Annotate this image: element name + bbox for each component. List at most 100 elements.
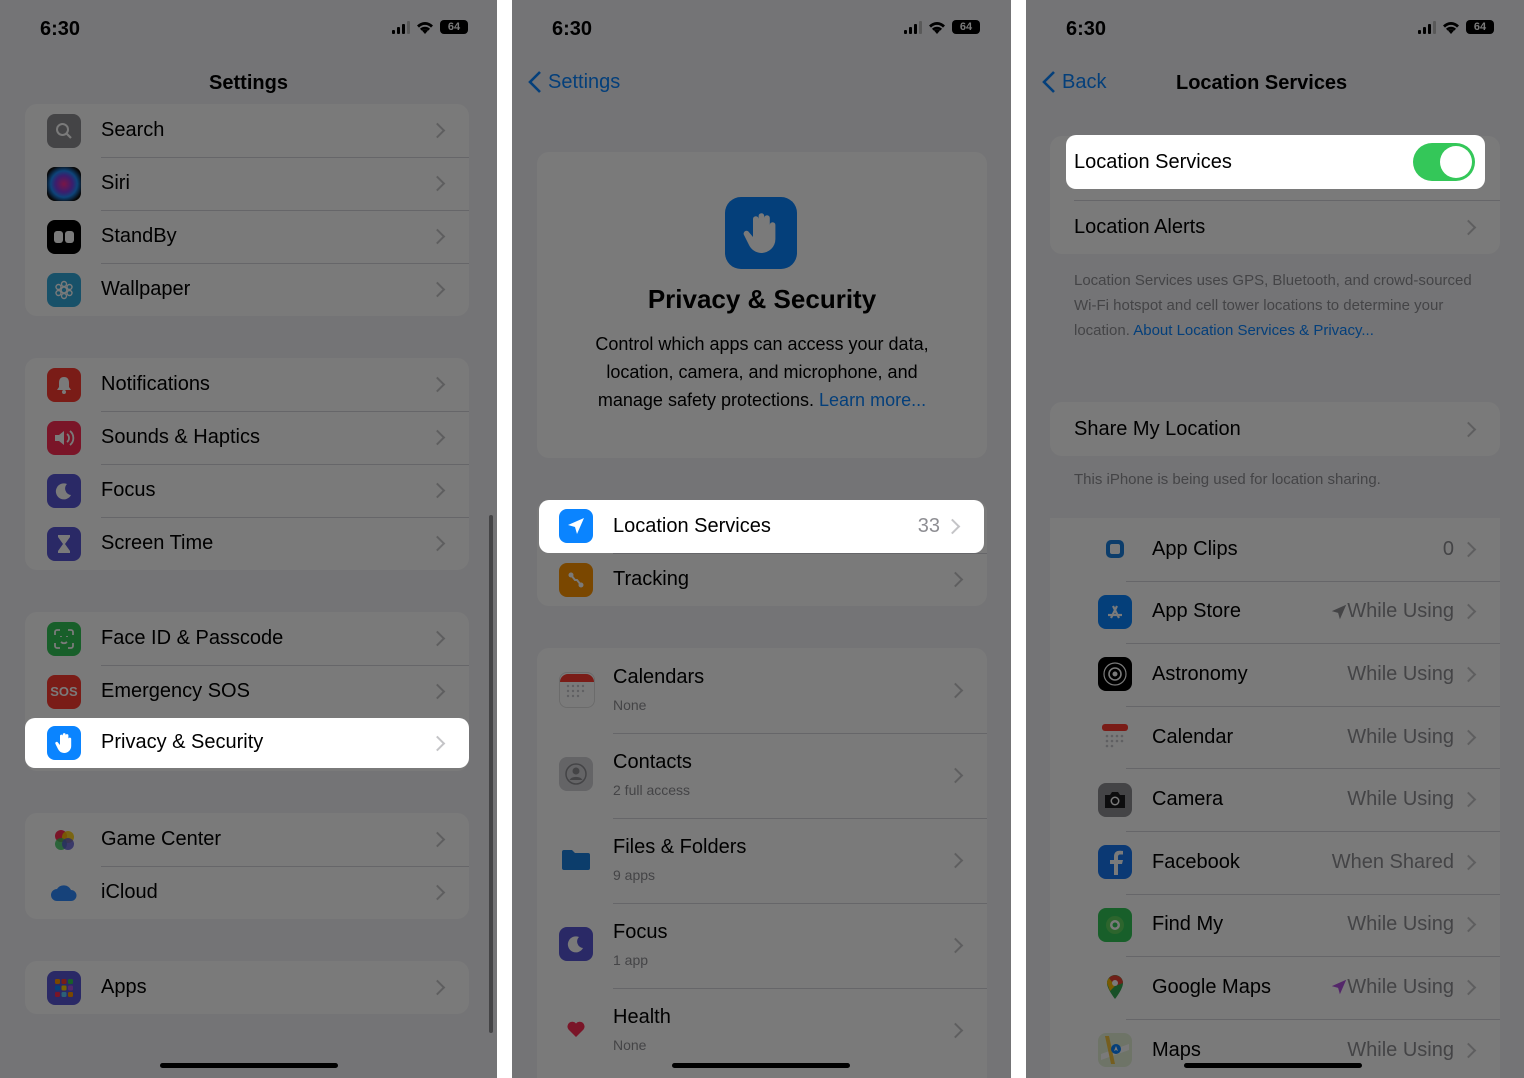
battery-icon: 64 <box>952 20 980 34</box>
location-alerts-row[interactable]: Location Alerts <box>1050 200 1500 254</box>
privacy-row-contacts[interactable]: Contacts 2 full access <box>537 733 987 818</box>
chevron-right-icon <box>429 884 446 901</box>
app-name: Find My <box>1152 913 1224 936</box>
privacy-row-calendars[interactable]: Calendars None <box>537 648 987 733</box>
share-my-location-row[interactable]: Share My Location <box>1050 402 1500 456</box>
sos-icon: SOS <box>47 674 81 709</box>
settings-row-sounds[interactable]: Sounds & Haptics <box>25 411 469 464</box>
settings-row-wallpaper[interactable]: Wallpaper <box>25 263 469 316</box>
about-location-link[interactable]: About Location Services & Privacy... <box>1133 322 1374 339</box>
bell-icon <box>47 367 81 402</box>
settings-row-label: Notifications <box>101 373 210 395</box>
learn-more-link[interactable]: Learn more... <box>819 390 926 410</box>
speaker-icon <box>47 420 81 455</box>
chevron-left-icon <box>1042 71 1055 93</box>
chevron-right-icon <box>429 535 446 552</box>
chevron-right-icon <box>429 979 446 996</box>
tracking-icon <box>559 562 593 597</box>
search-icon <box>47 113 81 148</box>
scrollbar[interactable] <box>489 515 493 1033</box>
location-services-toggle[interactable] <box>1413 143 1475 181</box>
settings-row-notifications[interactable]: Notifications <box>25 358 469 411</box>
chevron-right-icon <box>1460 666 1477 683</box>
chevron-right-icon <box>1460 1042 1477 1058</box>
moon-icon <box>559 927 593 961</box>
settings-row-label: Screen Time <box>101 532 214 554</box>
settings-row-search[interactable]: Search <box>25 104 469 157</box>
chevron-right-icon <box>947 1022 964 1039</box>
app-location-row[interactable]: Find My While Using <box>1050 893 1500 957</box>
chevron-right-icon <box>947 571 964 588</box>
settings-row-siri[interactable]: Siri <box>25 157 469 210</box>
privacy-title: Privacy & Security <box>647 284 877 314</box>
back-button[interactable]: Settings <box>528 70 620 94</box>
location-arrow-icon <box>1330 603 1348 626</box>
app-location-row[interactable]: Maps While Using <box>1050 1018 1500 1078</box>
settings-row-focus[interactable]: Focus <box>25 464 469 517</box>
privacy-row-files-folders[interactable]: Files & Folders 9 apps <box>537 818 987 903</box>
privacy-row-location-services[interactable]: Location Services 33 <box>539 500 984 553</box>
privacy-row-tracking[interactable]: Tracking <box>537 553 987 606</box>
privacy-row-subtitle: None <box>613 1037 647 1053</box>
home-indicator[interactable] <box>672 1063 850 1068</box>
app-location-row[interactable]: Google Maps While Using <box>1050 956 1500 1019</box>
chevron-right-icon <box>429 831 446 848</box>
privacy-security-screen: 6:30 64 Settings Privacy & Security Cont… <box>512 0 1011 1078</box>
settings-row-privacy-security[interactable]: Privacy & Security <box>25 718 469 768</box>
settings-row-label: Game Center <box>101 828 222 850</box>
privacy-row-subtitle: 2 full access <box>613 782 691 798</box>
home-indicator[interactable] <box>1184 1063 1362 1068</box>
app-location-row[interactable]: Facebook When Shared <box>1050 831 1500 894</box>
privacy-row-health[interactable]: Health None <box>537 988 987 1073</box>
chevron-right-icon <box>1460 541 1477 558</box>
page-title: Settings <box>209 72 288 94</box>
face-id-icon <box>47 621 81 656</box>
app-location-row[interactable]: Calendar While Using <box>1050 705 1500 769</box>
chevron-right-icon <box>429 429 446 446</box>
settings-row-screen-time[interactable]: Screen Time <box>25 517 469 570</box>
app-name: App Store <box>1152 600 1241 623</box>
chevron-right-icon <box>1460 854 1477 871</box>
privacy-group-data: Calendars None Contacts 2 full access Fi… <box>537 648 987 1078</box>
settings-row-emergency-sos[interactable]: SOS Emergency SOS <box>25 665 469 718</box>
battery-icon: 64 <box>440 20 468 34</box>
app-location-row[interactable]: Astronomy While Using <box>1050 643 1500 706</box>
back-button[interactable]: Back <box>1042 70 1106 94</box>
privacy-row-label: Health <box>613 1006 671 1028</box>
settings-row-apps[interactable]: Apps <box>25 961 469 1014</box>
app-location-permission: While Using <box>1347 975 1454 998</box>
app-location-row[interactable]: App Store While Using <box>1050 580 1500 644</box>
back-label: Back <box>1062 70 1107 93</box>
home-indicator[interactable] <box>160 1063 338 1068</box>
settings-row-game-center[interactable]: Game Center <box>25 813 469 866</box>
status-icons: 64 <box>392 20 468 34</box>
privacy-row-focus[interactable]: Focus 1 app <box>537 903 987 988</box>
settings-row-label: Sounds & Haptics <box>101 426 260 448</box>
app-store-icon <box>1098 594 1132 629</box>
app-clips-icon <box>1098 532 1132 567</box>
settings-group-notifications: Notifications Sounds & Haptics Focus Scr… <box>25 358 469 570</box>
google-maps-icon <box>1098 970 1132 1005</box>
location-services-toggle-row[interactable]: Location Services <box>1066 135 1485 189</box>
status-icons: 64 <box>904 20 980 34</box>
settings-row-icloud[interactable]: iCloud <box>25 866 469 919</box>
app-location-row[interactable]: Camera While Using <box>1050 768 1500 831</box>
location-arrow-icon <box>559 509 593 543</box>
chevron-right-icon <box>1460 604 1477 620</box>
settings-row-label: iCloud <box>101 881 158 903</box>
app-location-permission: While Using <box>1347 600 1454 623</box>
chevron-right-icon <box>429 228 446 245</box>
chevron-left-icon <box>528 71 541 93</box>
app-location-permission: While Using <box>1347 662 1454 685</box>
chevron-right-icon <box>1460 979 1477 996</box>
privacy-row-subtitle: 1 app <box>613 952 649 968</box>
settings-row-face-id[interactable]: Face ID & Passcode <box>25 612 469 665</box>
astronomy-icon <box>1098 657 1132 692</box>
app-location-row[interactable]: App Clips 0 <box>1050 518 1500 581</box>
page-title: Location Services <box>1176 72 1348 94</box>
location-alerts-label: Location Alerts <box>1074 215 1206 238</box>
chevron-right-icon <box>429 482 446 499</box>
location-services-toggle-label: Location Services <box>1074 151 1232 173</box>
settings-row-standby[interactable]: StandBy <box>25 210 469 263</box>
hourglass-icon <box>47 526 81 561</box>
